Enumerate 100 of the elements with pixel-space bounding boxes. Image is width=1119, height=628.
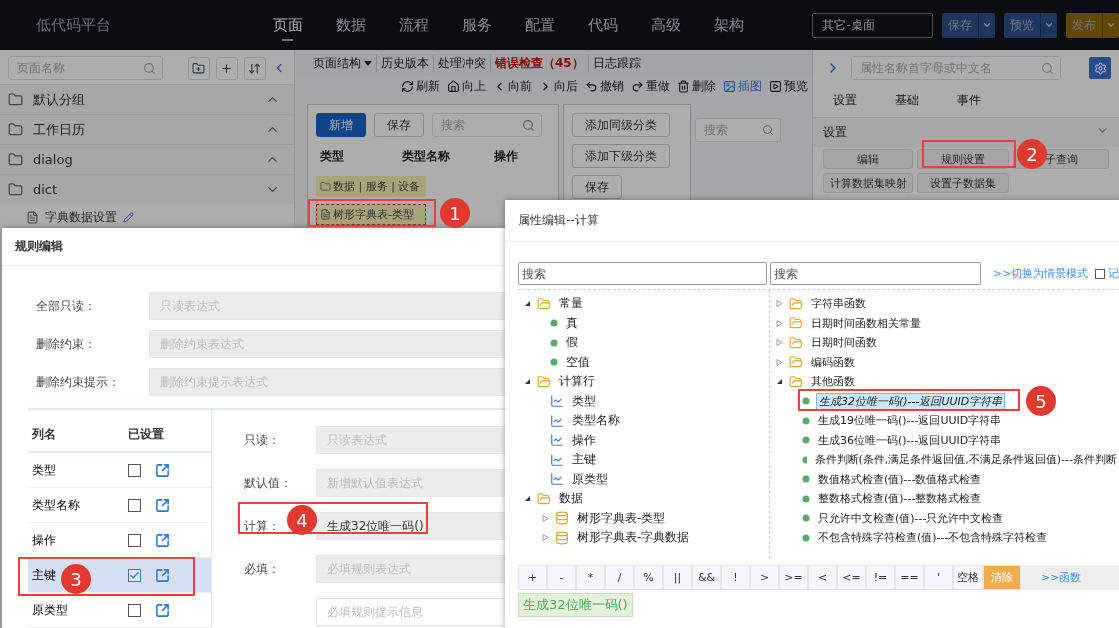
settings-button[interactable] <box>1089 57 1111 79</box>
tree-item[interactable]: 真 <box>564 314 580 332</box>
column-row[interactable]: 操作 <box>28 523 211 558</box>
operator-button[interactable]: % <box>634 565 663 590</box>
sort-button[interactable] <box>243 56 266 80</box>
nav-tab[interactable]: 服务 <box>445 7 509 43</box>
tree-item[interactable]: 日期时间函数相关常量 <box>809 315 923 331</box>
search-field[interactable]: 搜索 <box>770 262 981 285</box>
operator-button[interactable]: ' <box>924 565 953 590</box>
tree-item[interactable]: 字符串函数 <box>809 296 868 312</box>
widget-button[interactable]: 保存 <box>374 113 424 137</box>
tree-item[interactable]: 条件判断(条件,满足条件返回值,不满足条件返回值)---条件判断 <box>812 452 1119 468</box>
setting-button[interactable]: 编辑 <box>823 149 913 169</box>
toolbar-tab[interactable]: 处理冲突 <box>434 54 491 72</box>
toolbar-action[interactable]: 删除 <box>677 78 716 94</box>
collapsed-triangle-icon[interactable] <box>776 300 783 308</box>
toolbar-action[interactable]: 预览 <box>769 78 808 94</box>
operator-button[interactable]: / <box>605 565 634 590</box>
collapsed-triangle-icon[interactable] <box>542 514 549 522</box>
pencil-icon[interactable] <box>123 211 134 223</box>
toolbar-action[interactable]: 向上 <box>447 78 486 94</box>
expanded-triangle-icon[interactable] <box>524 495 531 503</box>
nav-tab[interactable]: 流程 <box>382 7 446 43</box>
tree-item[interactable]: 只允许中文检查(值)---只允许中文检查 <box>816 510 1006 526</box>
tree-item[interactable]: 计算行 <box>557 373 597 391</box>
checkbox[interactable] <box>128 533 141 547</box>
operator-button[interactable]: <= <box>837 565 866 590</box>
widget-button[interactable]: 添加下级分类 <box>572 144 670 168</box>
checkbox[interactable] <box>1095 268 1106 279</box>
nav-tab[interactable]: 页面 <box>256 7 320 43</box>
tree-item[interactable]: 日期时间函数 <box>809 335 879 351</box>
column-row[interactable]: 类型 <box>28 453 211 488</box>
tree-item[interactable]: 其他函数 <box>809 374 857 390</box>
operator-button[interactable]: >= <box>779 565 808 590</box>
tree-row[interactable]: 树形字典表-类型 <box>316 204 426 225</box>
expanded-triangle-icon[interactable] <box>524 378 531 386</box>
column-row[interactable]: 类型名称 <box>28 488 211 523</box>
toolbar-action[interactable]: 刷新 <box>401 78 440 94</box>
toolbar-tab[interactable]: 历史版本 <box>377 54 434 72</box>
nav-tab[interactable]: 数据 <box>319 7 383 43</box>
collapsed-triangle-icon[interactable] <box>776 339 783 347</box>
tree-item[interactable]: 编码函数 <box>809 354 857 370</box>
edit-icon[interactable] <box>155 462 170 478</box>
tree-item[interactable]: 生成32位唯一码()---返回UUID字符串 <box>816 392 1006 410</box>
tree-item[interactable]: 类型名称 <box>570 412 622 430</box>
operator-button[interactable]: ! <box>721 565 750 590</box>
tree-item[interactable]: 整数格式检查(值)---整数格式检查 <box>816 491 984 507</box>
widget-button[interactable]: 保存 <box>572 175 622 199</box>
nav-tab[interactable]: 代码 <box>571 7 635 43</box>
toolbar-action[interactable]: 向前 <box>493 78 532 94</box>
edit-icon[interactable] <box>155 532 170 548</box>
widget-button[interactable]: 新增 <box>316 113 366 137</box>
group-row[interactable]: dialog <box>0 144 294 174</box>
operator-button[interactable]: 空格 <box>953 565 983 590</box>
add-button[interactable] <box>215 56 238 80</box>
toolbar-action[interactable]: 重做 <box>631 78 670 94</box>
nav-tab[interactable]: 配置 <box>508 7 572 43</box>
tree-item[interactable]: 原类型 <box>570 470 610 488</box>
toolbar-action[interactable]: 向后 <box>539 78 578 94</box>
tree-item[interactable]: 生成19位唯一码()---返回UUID字符串 <box>816 413 1004 429</box>
column-row[interactable]: 原类型 <box>28 593 211 628</box>
scene-select[interactable]: 其它-桌面 <box>812 12 933 38</box>
tree-item[interactable]: 生成36位唯一码()---返回UUID字符串 <box>816 432 1004 448</box>
operator-button[interactable]: * <box>576 565 605 590</box>
operator-button[interactable]: < <box>808 565 837 590</box>
mode-link[interactable]: >>切换为情景模式 <box>993 266 1089 281</box>
search-field[interactable]: 搜索 <box>518 262 767 285</box>
panel-tab[interactable]: 设置 <box>833 92 857 109</box>
operator-button[interactable]: || <box>663 565 692 590</box>
operator-button[interactable]: - <box>547 565 576 590</box>
tree-item[interactable]: 空值 <box>564 353 592 371</box>
edit-icon[interactable] <box>155 602 170 618</box>
setting-button[interactable]: 设置子数据集 <box>917 173 1009 193</box>
folder-plus-button[interactable] <box>187 56 210 80</box>
edit-icon[interactable] <box>155 497 170 513</box>
toolbar-tab[interactable]: 日志跟踪 <box>588 54 645 72</box>
checkbox[interactable] <box>128 603 141 617</box>
tree-row[interactable]: 数据 | 服务 | 设备 <box>316 176 426 197</box>
tree-item[interactable]: 常量 <box>557 295 585 313</box>
nav-tab[interactable]: 架构 <box>697 7 761 43</box>
toolbar-tab[interactable]: 页面结构 <box>309 54 377 72</box>
widget-button[interactable]: 添加同级分类 <box>572 113 670 137</box>
operator-button[interactable]: > <box>750 565 779 590</box>
tree-item[interactable]: 操作 <box>570 431 598 449</box>
tree-item[interactable]: 树形字典表-类型 <box>575 509 668 527</box>
page-item[interactable]: 字典数据设置 <box>45 208 117 226</box>
edit-icon[interactable] <box>155 567 170 583</box>
checkbox[interactable] <box>128 498 141 512</box>
group-row[interactable]: 工作日历 <box>0 114 294 144</box>
checkbox[interactable] <box>128 463 141 477</box>
toolbar-tab[interactable]: 错误检查（45） <box>491 54 589 72</box>
tree-item[interactable]: 不包含特殊字符检查(值)---不包含特殊字符检查 <box>816 530 1050 546</box>
tree-item[interactable]: 数值格式检查(值)---数值格式检查 <box>816 471 984 487</box>
operator-button[interactable]: + <box>518 565 547 590</box>
setting-button[interactable]: 计算数据集映射 <box>823 173 913 193</box>
operator-button[interactable]: && <box>692 565 721 590</box>
tree-item[interactable]: 树形字典表-字典数据 <box>575 529 692 547</box>
toolbar-action[interactable]: 撤销 <box>585 78 624 94</box>
collapsed-triangle-icon[interactable] <box>776 358 783 366</box>
tree-item[interactable]: 类型 <box>570 392 598 410</box>
